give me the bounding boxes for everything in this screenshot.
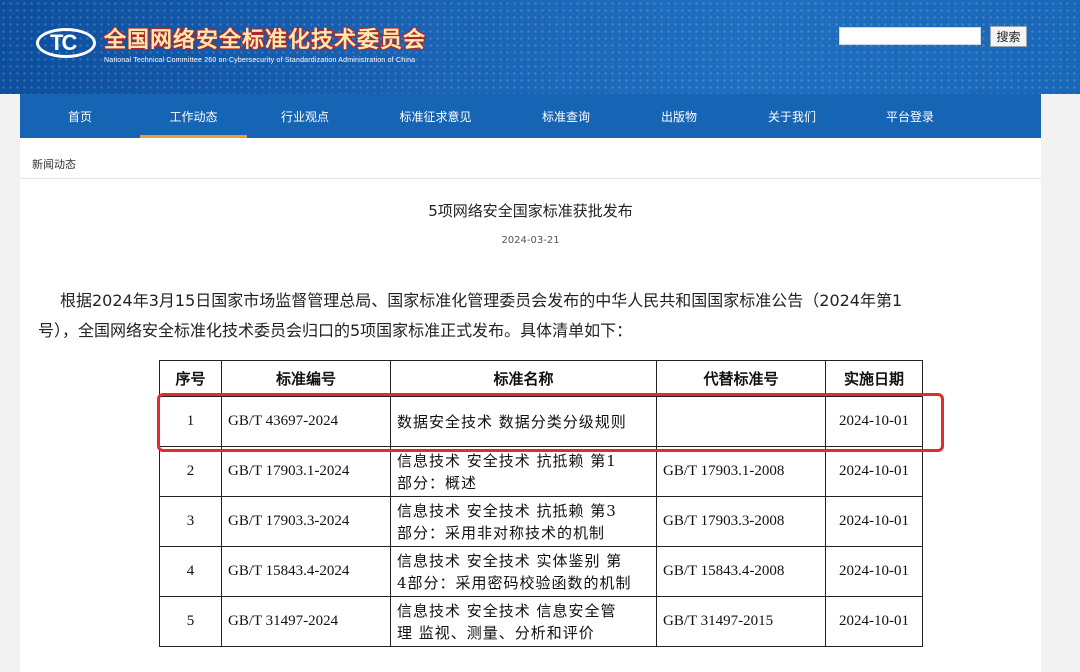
cell-name-line: 信息技术 安全技术 信息安全管 xyxy=(397,601,617,620)
cell-date: 2024-10-01 xyxy=(825,496,923,547)
cell-name-line: 部分：概述 xyxy=(397,473,478,492)
nav-item-home[interactable]: 首页 xyxy=(20,94,140,138)
main-nav: 首页 工作动态 行业观点 标准征求意见 标准查询 出版物 关于我们 平台登录 xyxy=(20,94,1041,138)
cell-date: 2024-10-01 xyxy=(825,546,923,597)
cell-code: GB/T 31497-2024 xyxy=(221,596,391,647)
divider xyxy=(20,178,1041,179)
cell-no: 1 xyxy=(159,396,222,447)
column-header-replaces: 代替标准号 xyxy=(656,360,826,397)
cell-name: 信息技术 安全技术 抗抵赖 第3 部分：采用非对称技术的机制 xyxy=(390,496,657,547)
cell-name-line: 理 监视、测量、分析和评价 xyxy=(397,623,595,642)
cell-code: GB/T 17903.3-2024 xyxy=(221,496,391,547)
site-subtitle: National Technical Committee 260 on Cybe… xyxy=(104,57,416,64)
site-header: TC 全国网络安全标准化技术委员会 National Technical Com… xyxy=(0,0,1080,94)
cell-date: 2024-10-01 xyxy=(825,396,923,447)
cell-name: 数据安全技术 数据分类分级规则 xyxy=(390,396,657,447)
nav-item-about-us[interactable]: 关于我们 xyxy=(734,94,850,138)
cell-no: 2 xyxy=(159,446,222,497)
search-input[interactable] xyxy=(839,27,981,45)
site-title: 全国网络安全标准化技术委员会 xyxy=(104,28,427,53)
standards-table: 序号 标准编号 标准名称 代替标准号 实施日期 1 GB/T 43697-202… xyxy=(159,360,923,647)
paragraph-line: 号），全国网络安全标准化技术委员会归口的5项国家标准正式发布。具体清单如下： xyxy=(38,321,633,340)
nav-item-industry-views[interactable]: 行业观点 xyxy=(247,94,363,138)
article-paragraph: 根据2024年3月15日国家市场监督管理总局、国家标准化管理委员会发布的中华人民… xyxy=(38,286,1040,346)
cell-code: GB/T 43697-2024 xyxy=(221,396,391,447)
column-header-code: 标准编号 xyxy=(221,360,391,397)
article-date: 2024-03-21 xyxy=(501,235,560,246)
column-header-name: 标准名称 xyxy=(390,360,657,397)
cell-name-line: 信息技术 安全技术 实体鉴别 第 xyxy=(397,551,623,570)
column-header-no: 序号 xyxy=(159,360,222,397)
cell-name-line: 4部分：采用密码校验函数的机制 xyxy=(397,573,632,592)
cell-code: GB/T 17903.1-2024 xyxy=(221,446,391,497)
cell-code: GB/T 15843.4-2024 xyxy=(221,546,391,597)
table-row: 4 GB/T 15843.4-2024 信息技术 安全技术 实体鉴别 第 4部分… xyxy=(159,546,923,597)
article-title: 5项网络安全国家标准获批发布 xyxy=(428,202,633,220)
cell-name-line: 数据安全技术 数据分类分级规则 xyxy=(397,412,627,431)
cell-no: 4 xyxy=(159,546,222,597)
cell-date: 2024-10-01 xyxy=(825,596,923,647)
cell-no: 5 xyxy=(159,596,222,647)
nav-item-platform-login[interactable]: 平台登录 xyxy=(850,94,970,138)
search-button[interactable]: 搜索 xyxy=(990,26,1027,47)
column-header-date: 实施日期 xyxy=(825,360,923,397)
table-row: 5 GB/T 31497-2024 信息技术 安全技术 信息安全管 理 监视、测… xyxy=(159,596,923,647)
cell-name: 信息技术 安全技术 实体鉴别 第 4部分：采用密码校验函数的机制 xyxy=(390,546,657,597)
table-header-row: 序号 标准编号 标准名称 代替标准号 实施日期 xyxy=(159,360,923,397)
paragraph-line: 根据2024年3月15日国家市场监督管理总局、国家标准化管理委员会发布的中华人民… xyxy=(60,291,903,310)
table-row: 2 GB/T 17903.1-2024 信息技术 安全技术 抗抵赖 第1 部分：… xyxy=(159,446,923,497)
cell-replaces: GB/T 15843.4-2008 xyxy=(656,546,826,597)
cell-no: 3 xyxy=(159,496,222,547)
table-row: 1 GB/T 43697-2024 数据安全技术 数据分类分级规则 2024-1… xyxy=(159,396,923,447)
cell-name-line: 部分：采用非对称技术的机制 xyxy=(397,523,606,542)
cell-name: 信息技术 安全技术 抗抵赖 第1 部分：概述 xyxy=(390,446,657,497)
cell-replaces: GB/T 17903.3-2008 xyxy=(656,496,826,547)
tc-logo-icon: TC xyxy=(36,26,98,60)
cell-replaces xyxy=(656,396,826,447)
cell-replaces: GB/T 31497-2015 xyxy=(656,596,826,647)
nav-item-standard-comments[interactable]: 标准征求意见 xyxy=(363,94,508,138)
nav-item-publications[interactable]: 出版物 xyxy=(624,94,734,138)
cell-name-line: 信息技术 安全技术 抗抵赖 第1 xyxy=(397,451,617,470)
site-logo[interactable]: TC 全国网络安全标准化技术委员会 National Technical Com… xyxy=(36,22,426,64)
nav-item-work-news[interactable]: 工作动态 xyxy=(140,94,247,138)
cell-date: 2024-10-01 xyxy=(825,446,923,497)
cell-replaces: GB/T 17903.1-2008 xyxy=(656,446,826,497)
cell-name: 信息技术 安全技术 信息安全管 理 监视、测量、分析和评价 xyxy=(390,596,657,647)
nav-item-standard-query[interactable]: 标准查询 xyxy=(508,94,624,138)
table-row: 3 GB/T 17903.3-2024 信息技术 安全技术 抗抵赖 第3 部分：… xyxy=(159,496,923,547)
breadcrumb[interactable]: 新闻动态 xyxy=(32,156,76,172)
cell-name-line: 信息技术 安全技术 抗抵赖 第3 xyxy=(397,501,617,520)
